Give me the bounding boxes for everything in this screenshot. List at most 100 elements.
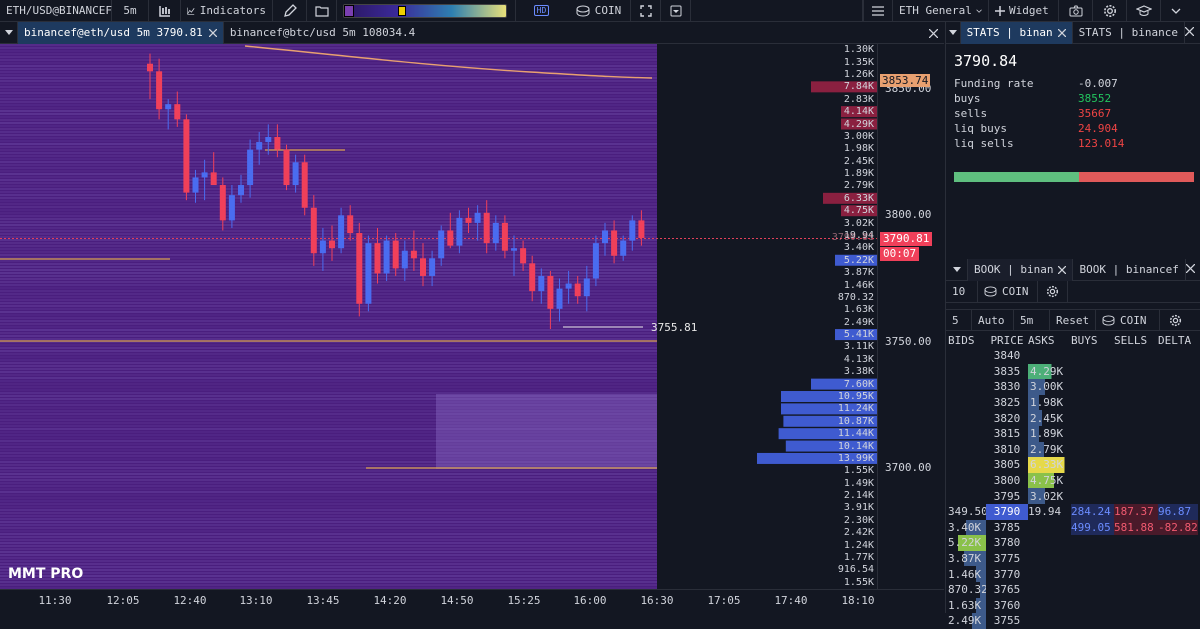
tab-btc-chart[interactable]: binancef@btc/usd 5m 108034.4 xyxy=(224,22,421,44)
close-icon[interactable] xyxy=(1058,265,1067,274)
heatmap-band xyxy=(0,152,657,154)
caret-box-icon xyxy=(670,5,681,16)
price-cell: 3775 xyxy=(993,552,1021,566)
sells-cell xyxy=(1114,348,1158,364)
price-scale[interactable] xyxy=(877,44,944,589)
orderbook-row[interactable]: 2.49K 3755 xyxy=(946,613,1200,629)
candle xyxy=(338,215,345,249)
timeframe-selector[interactable]: 5m xyxy=(1014,309,1050,331)
price-cell: 3785 xyxy=(993,520,1021,534)
heatmap-band xyxy=(0,77,657,79)
dropdown-menu-button[interactable] xyxy=(661,0,691,22)
orderbook-row[interactable]: 870.32 3765 xyxy=(946,581,1200,598)
orderbook-row[interactable]: 3.40K 3785 499.05 581.88 -82.82 xyxy=(946,519,1200,536)
price-cell: 3825 xyxy=(993,396,1021,410)
depth-selector[interactable]: 10 xyxy=(946,280,978,303)
volume-profile-label: 2.30K xyxy=(843,514,874,526)
tab-eth-chart[interactable]: binancef@eth/usd 5m 3790.81 xyxy=(18,21,224,44)
orderbook-row[interactable]: 3.87K 3775 xyxy=(946,550,1200,567)
candle xyxy=(501,222,508,251)
stats-row: liq sells 123.014 xyxy=(946,136,1200,151)
symbol-selector[interactable]: ETH/USD@BINANCEF xyxy=(0,0,112,22)
book-menu-button[interactable] xyxy=(946,258,968,281)
orderbook-row[interactable]: 1.46K 3770 xyxy=(946,566,1200,582)
orderbook-row[interactable]: 349.50 3790 19.94 284.24 187.37 96.87 xyxy=(946,503,1200,520)
time-axis-label: 13:10 xyxy=(239,594,273,607)
fullscreen-button[interactable] xyxy=(631,0,661,22)
bid-cell: 1.63K xyxy=(946,597,986,614)
academy-button[interactable] xyxy=(1127,0,1161,22)
stats-close-button[interactable] xyxy=(1184,26,1195,39)
tab-close-button[interactable] xyxy=(928,28,939,41)
candle xyxy=(392,240,399,269)
chart-type-button[interactable] xyxy=(149,0,181,22)
open-folder-button[interactable] xyxy=(307,0,337,22)
sells-cell xyxy=(1114,364,1158,380)
tab-stats-1[interactable]: STATS | binan xyxy=(960,21,1073,44)
heatmap-gradient-slider[interactable] xyxy=(337,0,515,22)
heatmap-band xyxy=(0,557,657,559)
tab-menu-button[interactable] xyxy=(0,21,18,44)
add-widget-button[interactable]: Widget xyxy=(989,0,1059,22)
orderbook-row[interactable]: 3825 1.98K xyxy=(946,394,1200,411)
buys-cell xyxy=(1071,598,1114,614)
hd-toggle[interactable]: HD xyxy=(515,0,567,22)
auto-button[interactable]: Auto xyxy=(972,309,1014,331)
orderbook-row[interactable]: 1.63K 3760 xyxy=(946,597,1200,614)
stats-menu-button[interactable] xyxy=(946,21,961,44)
orderbook-row[interactable]: 3830 3.00K xyxy=(946,379,1200,395)
orderbook-row[interactable]: 3800 4.75K xyxy=(946,472,1200,489)
orderbook-row[interactable]: 3835 4.29K xyxy=(946,363,1200,380)
tab-book-1[interactable]: BOOK | binan xyxy=(968,258,1074,281)
account-menu-button[interactable] xyxy=(1161,0,1191,22)
orderbook-row[interactable]: 3820 2.45K xyxy=(946,410,1200,426)
orderbook-row[interactable]: 3795 3.02K xyxy=(946,488,1200,504)
close-icon xyxy=(928,28,939,39)
book-settings-button[interactable] xyxy=(1038,280,1068,303)
tab-book-2[interactable]: BOOK | binancef xyxy=(1073,258,1186,281)
indicators-button[interactable]: Indicators xyxy=(181,0,273,22)
close-icon[interactable] xyxy=(208,28,217,37)
tick-size-selector[interactable]: 5 xyxy=(946,309,972,331)
sells-cell xyxy=(1114,535,1158,551)
tab-stats-2[interactable]: STATS | binance xyxy=(1073,21,1185,44)
gradient-low-handle[interactable] xyxy=(344,4,354,17)
book-settings-button[interactable] xyxy=(1160,309,1190,331)
gradient-high-handle[interactable] xyxy=(398,5,406,16)
screenshot-button[interactable] xyxy=(1059,0,1093,22)
gradient-bar[interactable] xyxy=(343,3,507,18)
coin-toggle[interactable]: COIN xyxy=(567,0,631,22)
time-axis-label: 15:25 xyxy=(507,594,541,607)
time-axis-label: 12:05 xyxy=(106,594,140,607)
reset-button[interactable]: Reset xyxy=(1050,309,1096,331)
heatmap-band xyxy=(0,347,657,349)
coin-toggle[interactable]: COIN xyxy=(1096,309,1160,331)
book-close-button[interactable] xyxy=(1185,263,1196,276)
draw-tool-button[interactable] xyxy=(273,0,307,22)
layout-selector[interactable]: ETH General xyxy=(893,0,989,22)
caret-down-icon xyxy=(952,266,961,272)
ask-cell: 2.45K xyxy=(1028,410,1071,426)
heatmap-band xyxy=(0,515,657,517)
orderbook-row[interactable]: 5.22K 3780 xyxy=(946,535,1200,551)
volume-profile-label: 1.55K xyxy=(843,465,874,477)
candle xyxy=(265,137,272,143)
interval-selector[interactable]: 5m xyxy=(112,0,149,22)
coin-toggle[interactable]: COIN xyxy=(978,280,1038,303)
volume-profile-label: 3.38K xyxy=(843,366,874,378)
close-icon[interactable] xyxy=(1057,28,1066,37)
volume-profile-label: 2.49K xyxy=(843,316,874,328)
settings-button[interactable] xyxy=(1093,0,1127,22)
chart-area[interactable]: 3755.81 1.30K 1.35K 1.26K 7.84K 2.83K 4.14K 4.… xyxy=(0,44,944,589)
layout-menu-button[interactable] xyxy=(863,0,893,22)
candle xyxy=(374,243,381,274)
time-axis[interactable]: 11:30 12:05 12:40 13:10 13:45 14:20 14:50 15:25… xyxy=(0,589,944,613)
hd-label: HD xyxy=(533,5,550,16)
orderbook-row[interactable]: 3810 2.79K xyxy=(946,441,1200,458)
orderbook-row[interactable]: 3815 1.89K xyxy=(946,425,1200,442)
orderbook-row[interactable]: 3840 xyxy=(946,348,1200,364)
heatmap-band xyxy=(0,206,657,208)
orderbook-row[interactable]: 3805 6.33K xyxy=(946,457,1200,473)
price-cell: 3820 xyxy=(993,411,1021,425)
volume-profile-label: 3.00K xyxy=(843,130,874,142)
